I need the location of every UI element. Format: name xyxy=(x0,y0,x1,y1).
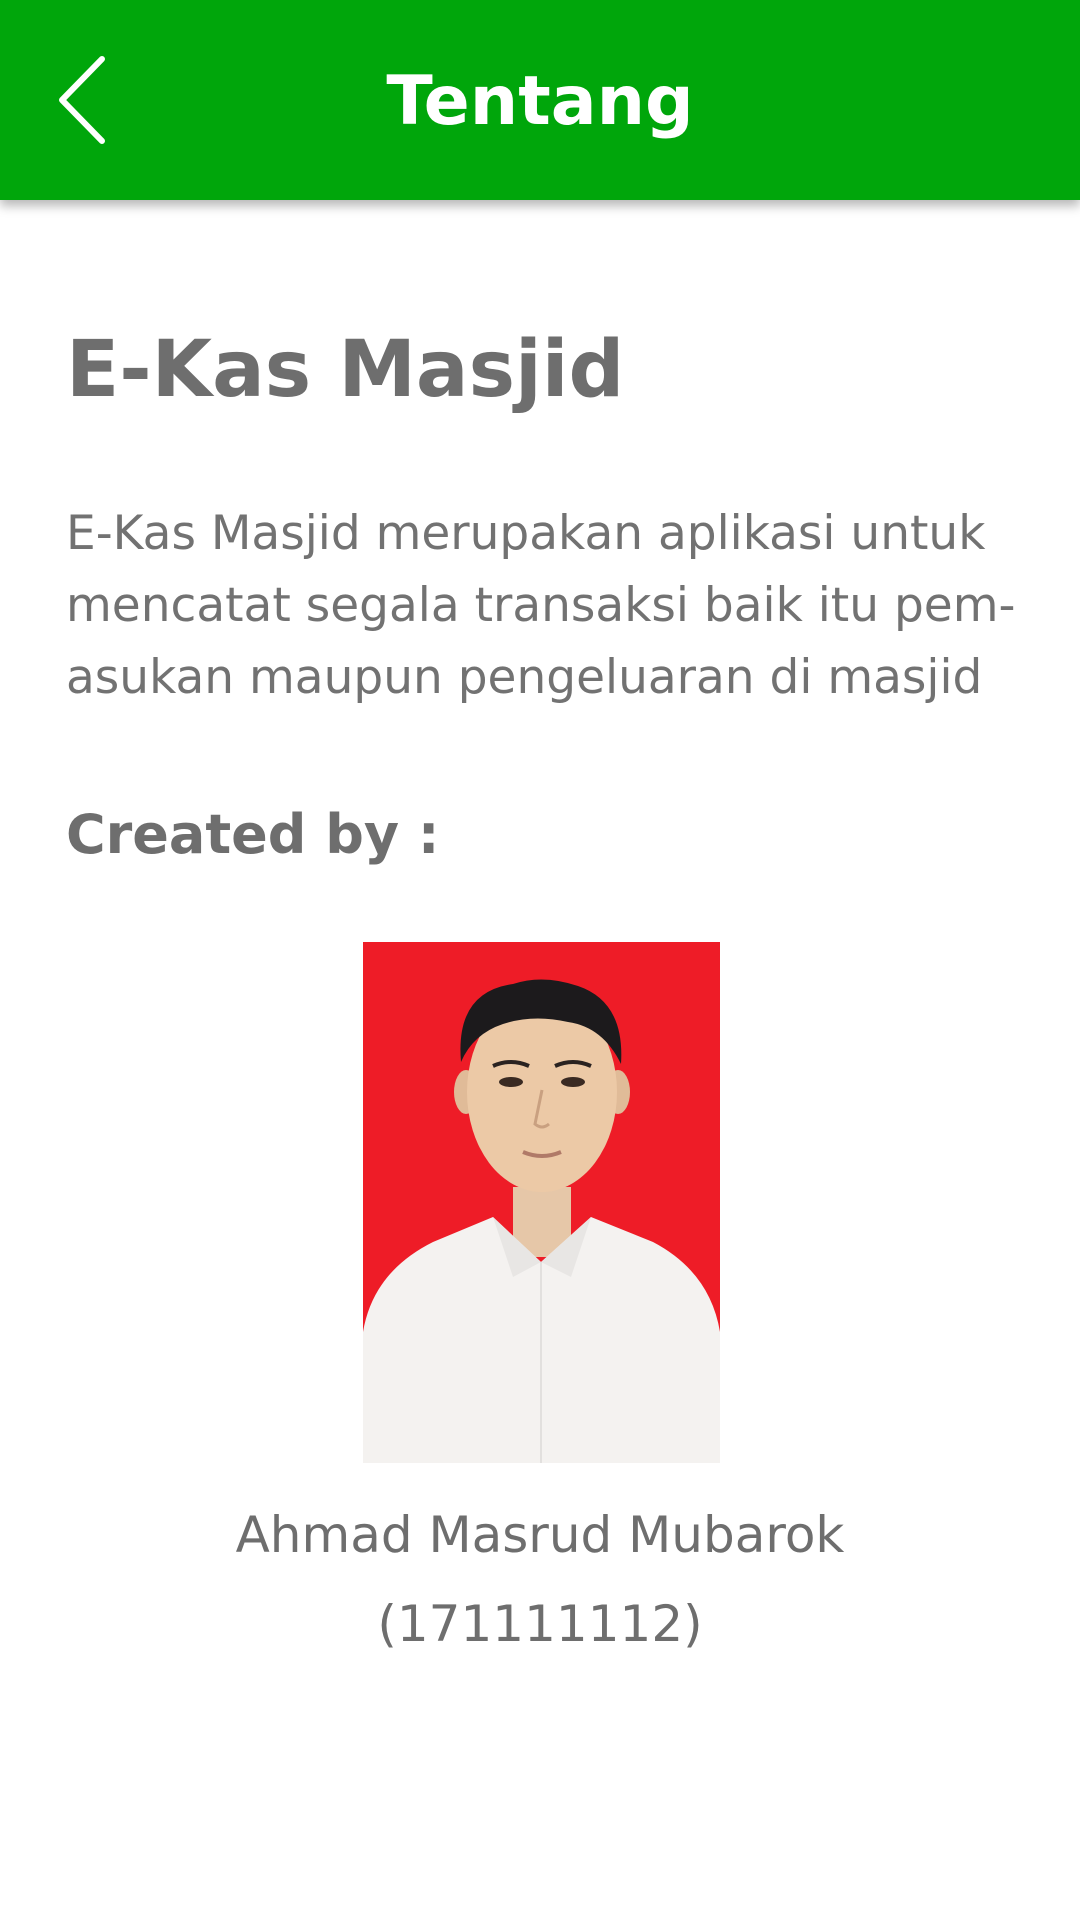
page-title: Tentang xyxy=(386,62,694,141)
created-by-label: Created by : xyxy=(66,803,440,866)
author-photo xyxy=(363,942,720,1463)
about-screen: Tentang E-Kas Masjid E-Kas Masjid merupa… xyxy=(0,0,1080,1920)
description-line: E-Kas Masjid merupakan aplikasi untuk xyxy=(66,506,986,561)
app-bar: Tentang xyxy=(0,0,1080,200)
app-description: E-Kas Masjid merupakan aplikasi untuk me… xyxy=(66,498,1026,714)
author-id: (171111112) xyxy=(377,1595,703,1653)
description-line: asukan maupun pengeluaran di masjid xyxy=(66,650,983,705)
author-name: Ahmad Masrud Mubarok xyxy=(235,1506,845,1564)
description-line: mencatat segala transaksi baik itu pem- xyxy=(66,578,1016,633)
app-name-heading: E-Kas Masjid xyxy=(66,325,625,415)
author-portrait-image xyxy=(363,942,720,1463)
